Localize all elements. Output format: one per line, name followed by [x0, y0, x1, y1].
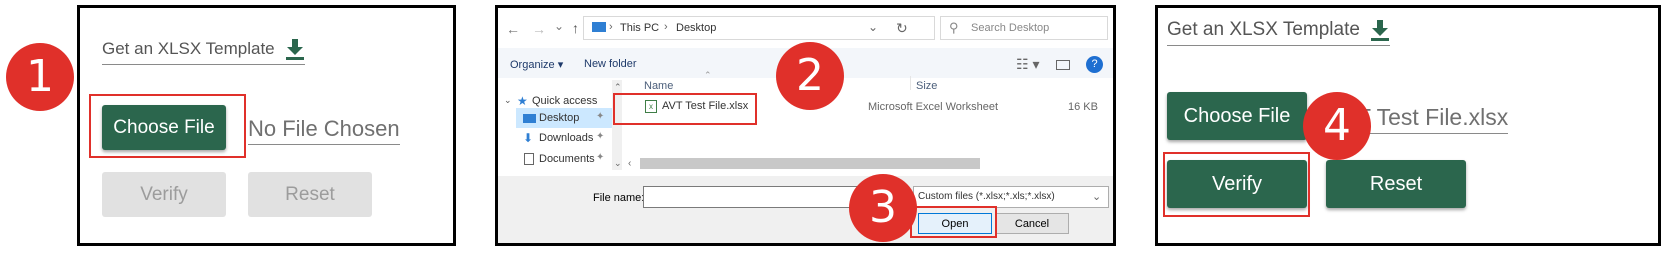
help-icon[interactable]: ? [1086, 56, 1103, 73]
file-type-cell: Microsoft Excel Worksheet [868, 101, 999, 113]
file-size-cell: 16 KB [1068, 101, 1098, 113]
verify-button-highlight [1163, 152, 1310, 217]
scroll-down-icon[interactable]: ⌄ [614, 158, 622, 169]
organize-menu[interactable]: Organize ▾ [510, 58, 563, 71]
column-divider [910, 76, 911, 90]
breadcrumb-sep-icon: › [609, 21, 613, 33]
up-button[interactable]: ↑ [572, 20, 579, 36]
template-link[interactable]: Get an XLSX Template [102, 38, 305, 65]
sidebar-item-quick-access[interactable]: Quick access [532, 95, 597, 107]
address-bar[interactable]: › This PC › Desktop ⌄ ↻ [583, 16, 935, 40]
sort-arrow-icon: ⌃ [704, 70, 712, 80]
upload-panel-step4: Get an XLSX Template Choose File AVT Tes… [1155, 5, 1661, 246]
file-name-label: File name: [593, 192, 645, 204]
reset-button-disabled[interactable]: Reset [248, 172, 372, 217]
no-file-chosen-text: No File Chosen [248, 116, 400, 145]
file-type-select[interactable]: Custom files (*.xlsx;*.xls;*.xlsx) ⌄ [913, 186, 1109, 208]
cancel-button[interactable]: Cancel [995, 213, 1069, 234]
template-link[interactable]: Get an XLSX Template [1167, 19, 1390, 46]
file-row-highlight [613, 93, 757, 125]
choose-file-button[interactable]: Choose File [1167, 92, 1307, 140]
reset-button[interactable]: Reset [1326, 160, 1466, 208]
choose-file-highlight [89, 94, 246, 158]
column-size-header[interactable]: Size [916, 80, 937, 92]
file-type-dropdown-icon: ⌄ [1092, 191, 1102, 203]
breadcrumb-sep-icon: › [664, 21, 668, 33]
upload-panel-step1: Get an XLSX Template Choose File No File… [77, 5, 456, 246]
address-dropdown-icon[interactable]: ⌄ [868, 20, 878, 34]
back-button[interactable]: ← [506, 21, 520, 37]
scroll-left-icon[interactable]: ‹ [628, 158, 631, 169]
sidebar-item-documents[interactable]: Documents [539, 153, 595, 165]
new-folder-button[interactable]: New folder [584, 58, 637, 70]
documents-icon [524, 153, 534, 165]
download-icon [1370, 19, 1390, 41]
horizontal-scrollbar[interactable] [640, 158, 980, 169]
step-badge-2: 2 [776, 42, 844, 110]
recent-locations-button[interactable]: ⌄ [554, 19, 564, 33]
refresh-icon[interactable]: ↻ [896, 20, 908, 37]
sidebar-item-downloads[interactable]: Downloads [539, 132, 593, 144]
search-placeholder: Search Desktop [971, 22, 1050, 34]
view-options-icon[interactable]: ☷ ▾ [1016, 56, 1039, 73]
sidebar-item-desktop[interactable]: Desktop [539, 112, 579, 124]
star-icon: ★ [517, 94, 528, 108]
file-open-dialog: ← → ⌄ ↑ › This PC › Desktop ⌄ ↻ ⚲ Search… [495, 5, 1116, 246]
breadcrumb-this-pc[interactable]: This PC [620, 22, 659, 34]
pin-icon: ✦ [596, 152, 605, 163]
scroll-up-icon[interactable]: ⌃ [614, 82, 622, 93]
download-icon [285, 38, 305, 60]
template-link-label: Get an XLSX Template [1167, 19, 1360, 40]
search-box[interactable]: ⚲ Search Desktop [940, 16, 1108, 40]
step-badge-4: 4 [1303, 92, 1371, 160]
pc-icon [592, 22, 606, 32]
expand-chevron-icon[interactable]: ⌄ [504, 95, 512, 106]
open-button-highlight [910, 206, 997, 238]
search-icon: ⚲ [949, 20, 959, 35]
column-name-header[interactable]: Name [644, 80, 673, 92]
pin-icon: ✦ [596, 131, 605, 142]
verify-button-disabled[interactable]: Verify [102, 172, 226, 217]
forward-button[interactable]: → [532, 21, 546, 37]
downloads-icon: ⬇ [523, 131, 534, 145]
breadcrumb-desktop[interactable]: Desktop [676, 22, 716, 34]
pin-icon: ✦ [596, 111, 605, 122]
preview-pane-icon[interactable] [1056, 60, 1070, 70]
file-type-value: Custom files (*.xlsx;*.xls;*.xlsx) [918, 191, 1055, 202]
step-badge-3: 3 [849, 174, 917, 242]
desktop-icon [523, 114, 536, 123]
template-link-label: Get an XLSX Template [102, 39, 275, 58]
step-badge-1: 1 [6, 43, 74, 111]
